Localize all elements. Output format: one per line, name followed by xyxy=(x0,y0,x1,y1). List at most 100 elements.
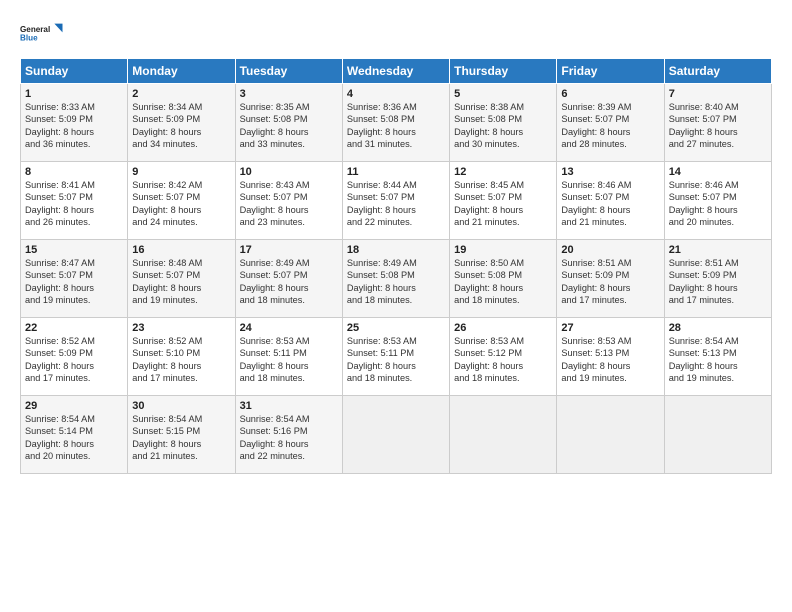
day-content: Sunrise: 8:51 AMSunset: 5:09 PMDaylight:… xyxy=(561,257,659,307)
day-number: 31 xyxy=(240,400,338,412)
col-header-saturday: Saturday xyxy=(664,59,771,84)
calendar-cell-day-21: 21Sunrise: 8:51 AMSunset: 5:09 PMDayligh… xyxy=(664,240,771,318)
calendar-cell-day-14: 14Sunrise: 8:46 AMSunset: 5:07 PMDayligh… xyxy=(664,162,771,240)
day-number: 3 xyxy=(240,88,338,100)
logo: GeneralBlue xyxy=(20,18,70,48)
day-content: Sunrise: 8:48 AMSunset: 5:07 PMDaylight:… xyxy=(132,257,230,307)
col-header-tuesday: Tuesday xyxy=(235,59,342,84)
svg-text:Blue: Blue xyxy=(20,34,38,43)
calendar-cell-day-5: 5Sunrise: 8:38 AMSunset: 5:08 PMDaylight… xyxy=(450,84,557,162)
day-number: 17 xyxy=(240,244,338,256)
week-row-3: 15Sunrise: 8:47 AMSunset: 5:07 PMDayligh… xyxy=(21,240,772,318)
day-content: Sunrise: 8:53 AMSunset: 5:12 PMDaylight:… xyxy=(454,335,552,385)
calendar-cell-day-13: 13Sunrise: 8:46 AMSunset: 5:07 PMDayligh… xyxy=(557,162,664,240)
day-number: 22 xyxy=(25,322,123,334)
day-content: Sunrise: 8:33 AMSunset: 5:09 PMDaylight:… xyxy=(25,101,123,151)
header: GeneralBlue xyxy=(20,18,772,48)
day-number: 8 xyxy=(25,166,123,178)
calendar-cell-day-1: 1Sunrise: 8:33 AMSunset: 5:09 PMDaylight… xyxy=(21,84,128,162)
day-content: Sunrise: 8:36 AMSunset: 5:08 PMDaylight:… xyxy=(347,101,445,151)
week-row-1: 1Sunrise: 8:33 AMSunset: 5:09 PMDaylight… xyxy=(21,84,772,162)
day-number: 5 xyxy=(454,88,552,100)
calendar-cell-day-31: 31Sunrise: 8:54 AMSunset: 5:16 PMDayligh… xyxy=(235,396,342,474)
calendar-cell-day-9: 9Sunrise: 8:42 AMSunset: 5:07 PMDaylight… xyxy=(128,162,235,240)
day-content: Sunrise: 8:51 AMSunset: 5:09 PMDaylight:… xyxy=(669,257,767,307)
day-number: 19 xyxy=(454,244,552,256)
calendar-cell-day-26: 26Sunrise: 8:53 AMSunset: 5:12 PMDayligh… xyxy=(450,318,557,396)
day-number: 13 xyxy=(561,166,659,178)
day-content: Sunrise: 8:39 AMSunset: 5:07 PMDaylight:… xyxy=(561,101,659,151)
day-number: 29 xyxy=(25,400,123,412)
day-number: 25 xyxy=(347,322,445,334)
calendar-cell-day-12: 12Sunrise: 8:45 AMSunset: 5:07 PMDayligh… xyxy=(450,162,557,240)
day-number: 26 xyxy=(454,322,552,334)
day-content: Sunrise: 8:53 AMSunset: 5:11 PMDaylight:… xyxy=(240,335,338,385)
col-header-wednesday: Wednesday xyxy=(342,59,449,84)
calendar-cell-day-2: 2Sunrise: 8:34 AMSunset: 5:09 PMDaylight… xyxy=(128,84,235,162)
header-row: SundayMondayTuesdayWednesdayThursdayFrid… xyxy=(21,59,772,84)
day-content: Sunrise: 8:54 AMSunset: 5:14 PMDaylight:… xyxy=(25,413,123,463)
day-content: Sunrise: 8:49 AMSunset: 5:08 PMDaylight:… xyxy=(347,257,445,307)
calendar-cell-day-7: 7Sunrise: 8:40 AMSunset: 5:07 PMDaylight… xyxy=(664,84,771,162)
day-content: Sunrise: 8:49 AMSunset: 5:07 PMDaylight:… xyxy=(240,257,338,307)
day-number: 24 xyxy=(240,322,338,334)
day-content: Sunrise: 8:44 AMSunset: 5:07 PMDaylight:… xyxy=(347,179,445,229)
day-number: 16 xyxy=(132,244,230,256)
calendar-cell-day-18: 18Sunrise: 8:49 AMSunset: 5:08 PMDayligh… xyxy=(342,240,449,318)
calendar-cell-day-28: 28Sunrise: 8:54 AMSunset: 5:13 PMDayligh… xyxy=(664,318,771,396)
day-number: 23 xyxy=(132,322,230,334)
day-content: Sunrise: 8:52 AMSunset: 5:10 PMDaylight:… xyxy=(132,335,230,385)
col-header-friday: Friday xyxy=(557,59,664,84)
calendar-cell-day-6: 6Sunrise: 8:39 AMSunset: 5:07 PMDaylight… xyxy=(557,84,664,162)
day-number: 14 xyxy=(669,166,767,178)
calendar-cell-day-23: 23Sunrise: 8:52 AMSunset: 5:10 PMDayligh… xyxy=(128,318,235,396)
calendar-cell xyxy=(450,396,557,474)
day-number: 11 xyxy=(347,166,445,178)
day-content: Sunrise: 8:53 AMSunset: 5:13 PMDaylight:… xyxy=(561,335,659,385)
day-number: 30 xyxy=(132,400,230,412)
day-content: Sunrise: 8:54 AMSunset: 5:15 PMDaylight:… xyxy=(132,413,230,463)
day-content: Sunrise: 8:50 AMSunset: 5:08 PMDaylight:… xyxy=(454,257,552,307)
page: GeneralBlue SundayMondayTuesdayWednesday… xyxy=(0,0,792,486)
day-content: Sunrise: 8:46 AMSunset: 5:07 PMDaylight:… xyxy=(669,179,767,229)
day-number: 15 xyxy=(25,244,123,256)
day-number: 27 xyxy=(561,322,659,334)
day-number: 20 xyxy=(561,244,659,256)
col-header-thursday: Thursday xyxy=(450,59,557,84)
calendar-cell-day-15: 15Sunrise: 8:47 AMSunset: 5:07 PMDayligh… xyxy=(21,240,128,318)
calendar-cell xyxy=(342,396,449,474)
calendar-cell-day-19: 19Sunrise: 8:50 AMSunset: 5:08 PMDayligh… xyxy=(450,240,557,318)
calendar-cell xyxy=(664,396,771,474)
svg-text:General: General xyxy=(20,25,50,34)
calendar-cell-day-10: 10Sunrise: 8:43 AMSunset: 5:07 PMDayligh… xyxy=(235,162,342,240)
day-content: Sunrise: 8:35 AMSunset: 5:08 PMDaylight:… xyxy=(240,101,338,151)
calendar-cell-day-29: 29Sunrise: 8:54 AMSunset: 5:14 PMDayligh… xyxy=(21,396,128,474)
day-content: Sunrise: 8:40 AMSunset: 5:07 PMDaylight:… xyxy=(669,101,767,151)
calendar-cell-day-24: 24Sunrise: 8:53 AMSunset: 5:11 PMDayligh… xyxy=(235,318,342,396)
calendar-cell xyxy=(557,396,664,474)
day-content: Sunrise: 8:41 AMSunset: 5:07 PMDaylight:… xyxy=(25,179,123,229)
calendar-cell-day-30: 30Sunrise: 8:54 AMSunset: 5:15 PMDayligh… xyxy=(128,396,235,474)
col-header-sunday: Sunday xyxy=(21,59,128,84)
calendar-cell-day-22: 22Sunrise: 8:52 AMSunset: 5:09 PMDayligh… xyxy=(21,318,128,396)
day-number: 21 xyxy=(669,244,767,256)
day-number: 18 xyxy=(347,244,445,256)
day-content: Sunrise: 8:54 AMSunset: 5:13 PMDaylight:… xyxy=(669,335,767,385)
calendar-cell-day-17: 17Sunrise: 8:49 AMSunset: 5:07 PMDayligh… xyxy=(235,240,342,318)
day-content: Sunrise: 8:45 AMSunset: 5:07 PMDaylight:… xyxy=(454,179,552,229)
week-row-4: 22Sunrise: 8:52 AMSunset: 5:09 PMDayligh… xyxy=(21,318,772,396)
logo-icon: GeneralBlue xyxy=(20,18,70,48)
day-number: 28 xyxy=(669,322,767,334)
day-content: Sunrise: 8:53 AMSunset: 5:11 PMDaylight:… xyxy=(347,335,445,385)
col-header-monday: Monday xyxy=(128,59,235,84)
day-content: Sunrise: 8:47 AMSunset: 5:07 PMDaylight:… xyxy=(25,257,123,307)
day-content: Sunrise: 8:46 AMSunset: 5:07 PMDaylight:… xyxy=(561,179,659,229)
week-row-5: 29Sunrise: 8:54 AMSunset: 5:14 PMDayligh… xyxy=(21,396,772,474)
calendar-cell-day-11: 11Sunrise: 8:44 AMSunset: 5:07 PMDayligh… xyxy=(342,162,449,240)
week-row-2: 8Sunrise: 8:41 AMSunset: 5:07 PMDaylight… xyxy=(21,162,772,240)
day-content: Sunrise: 8:42 AMSunset: 5:07 PMDaylight:… xyxy=(132,179,230,229)
day-number: 4 xyxy=(347,88,445,100)
day-number: 6 xyxy=(561,88,659,100)
calendar-cell-day-3: 3Sunrise: 8:35 AMSunset: 5:08 PMDaylight… xyxy=(235,84,342,162)
calendar-cell-day-16: 16Sunrise: 8:48 AMSunset: 5:07 PMDayligh… xyxy=(128,240,235,318)
